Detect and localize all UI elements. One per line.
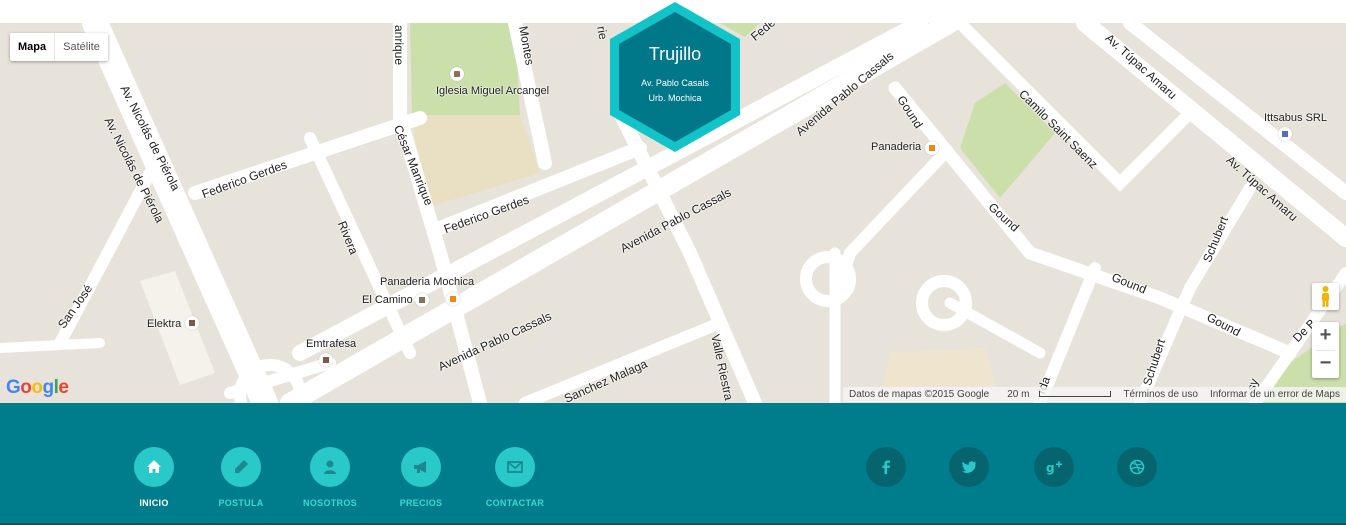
map-data-credit: Datos de mapas ©2015 Google [848, 389, 990, 400]
nav-postula-circle [221, 447, 261, 487]
pegman-icon [1322, 286, 1329, 307]
marker-address-line2: Urb. Mochica [648, 93, 702, 103]
terms-link[interactable]: Términos de uso [1117, 389, 1203, 400]
pencil-icon [235, 460, 248, 473]
google-plus-icon: g [1046, 461, 1062, 475]
nav-precios[interactable]: PRECIOS [381, 447, 461, 508]
dribbble-icon [1129, 459, 1145, 475]
nav-contactar[interactable]: CONTACTAR [475, 447, 555, 508]
street-label: anrique [392, 25, 406, 66]
church-icon[interactable] [415, 293, 429, 307]
street-view-pegman[interactable] [1312, 283, 1339, 310]
nav-label: PRECIOS [399, 498, 443, 508]
megaphone-icon [414, 461, 426, 473]
report-error-link[interactable]: Informar de un error de Maps [1204, 389, 1346, 400]
scale-bar [1039, 391, 1112, 398]
zoom-in-button[interactable]: + [1312, 322, 1339, 350]
scale-label: 20 m [1007, 389, 1030, 400]
nav-inicio-circle [134, 447, 174, 487]
facebook-link[interactable] [866, 447, 906, 487]
dribbble-link[interactable] [1117, 447, 1157, 487]
nav-label: POSTULA [218, 498, 264, 508]
marker-city: Trujillo [648, 44, 702, 64]
place-label-elektra[interactable]: Elektra [147, 318, 181, 330]
shop-icon[interactable] [319, 353, 333, 367]
place-label-ittsabus[interactable]: Ittsabus SRL [1264, 112, 1327, 124]
nav-contactar-circle [495, 447, 535, 487]
footer: INICIO POSTULA NOSOTROS PRECIOS CONTACTA… [0, 403, 1346, 523]
facebook-icon [882, 460, 890, 474]
nav-label: NOSOTROS [303, 498, 357, 508]
shop-icon[interactable] [185, 316, 199, 330]
google-logo[interactable]: Google [6, 377, 69, 399]
map-type-control: Mapa Satélite [10, 33, 108, 61]
nav-nosotros-circle [310, 447, 350, 487]
envelope-icon [507, 461, 523, 473]
place-label-iglesia[interactable]: Iglesia Miguel Arcangel [436, 85, 549, 97]
bakery-icon[interactable] [925, 141, 939, 155]
svg-text:g: g [1046, 461, 1055, 475]
user-icon [324, 460, 336, 474]
place-label-el-camino[interactable]: El Camino [362, 294, 413, 306]
zoom-out-button[interactable]: − [1312, 350, 1339, 378]
bus-icon[interactable] [1278, 127, 1292, 141]
nav-inicio[interactable]: INICIO [114, 447, 194, 508]
map-type-satellite-button[interactable]: Satélite [55, 33, 108, 61]
place-label-panaderia-mochica[interactable]: Panaderia Mochica [380, 276, 474, 288]
place-label-emtrafesa[interactable]: Emtrafesa [306, 338, 356, 350]
home-icon [147, 460, 161, 473]
map-type-map-button[interactable]: Mapa [10, 33, 56, 61]
church-icon[interactable] [450, 67, 464, 81]
map-attribution: Datos de mapas ©2015 Google 20 m Término… [842, 387, 1346, 402]
place-label-panaderia[interactable]: Panaderia [871, 141, 921, 153]
nav-nosotros[interactable]: NOSOTROS [290, 447, 370, 508]
nav-postula[interactable]: POSTULA [201, 447, 281, 508]
map-scale[interactable]: 20 m [995, 389, 1117, 400]
zoom-control: + − [1312, 322, 1339, 378]
twitter-link[interactable] [949, 447, 989, 487]
zoom-divider [1316, 350, 1335, 351]
nav-label: CONTACTAR [485, 498, 545, 508]
nav-precios-circle [401, 447, 441, 487]
google-plus-link[interactable]: g [1034, 447, 1074, 487]
nav-label: INICIO [139, 498, 169, 508]
bakery-icon[interactable] [446, 292, 460, 306]
twitter-icon [962, 461, 976, 474]
marker-address-line1: Av. Pablo Casals [641, 78, 709, 88]
